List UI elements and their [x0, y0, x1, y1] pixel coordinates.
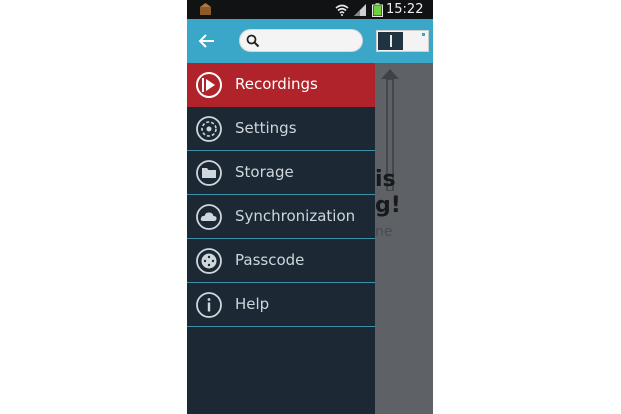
drawer-item-label: Recordings — [235, 75, 318, 93]
toggle-switch[interactable] — [376, 30, 429, 52]
play-icon — [196, 72, 222, 98]
drawer-item-synchronization[interactable]: Synchronization — [187, 195, 375, 239]
navigation-drawer: Recordings Settings Storage Synchronizat… — [187, 63, 375, 414]
status-time: 15:22 — [386, 2, 424, 17]
drawer-item-storage[interactable]: Storage — [187, 151, 375, 195]
drawer-item-passcode[interactable]: Passcode — [187, 239, 375, 283]
folder-icon — [196, 160, 222, 186]
drawer-item-help[interactable]: Help — [187, 283, 375, 327]
cloud-icon — [196, 204, 222, 230]
gear-icon — [196, 116, 222, 142]
drawer-item-label: Storage — [235, 163, 294, 181]
toggle-knob-line — [390, 35, 392, 47]
lock-dial-icon — [196, 248, 222, 274]
wifi-icon — [335, 4, 349, 16]
toggle-knob — [378, 32, 403, 50]
background-content: is g! ne — [375, 63, 433, 414]
drawer-item-settings[interactable]: Settings — [187, 107, 375, 151]
toggle-indicator-dot — [422, 33, 425, 36]
background-heading-line2: g! — [375, 193, 401, 218]
battery-icon — [372, 3, 383, 17]
signal-icon — [354, 4, 366, 16]
action-bar — [187, 19, 433, 63]
drawer-item-recordings[interactable]: Recordings — [187, 63, 375, 107]
drawer-item-label: Help — [235, 295, 270, 313]
drawer-item-label: Passcode — [235, 251, 305, 269]
drawer-item-label: Settings — [235, 119, 297, 137]
phone-screen: 15:22 is g! ne Recordings Settings Stora… — [187, 0, 433, 414]
search-box[interactable] — [239, 29, 363, 52]
drawer-item-label: Synchronization — [235, 207, 356, 225]
app-notification-icon — [200, 3, 211, 15]
status-bar: 15:22 — [187, 0, 433, 19]
back-arrow-icon[interactable] — [197, 31, 217, 51]
search-input[interactable] — [262, 32, 358, 49]
background-heading-line1: is — [375, 167, 396, 192]
background-subtext: ne — [375, 224, 393, 240]
search-icon — [246, 34, 260, 48]
info-icon — [196, 292, 222, 318]
